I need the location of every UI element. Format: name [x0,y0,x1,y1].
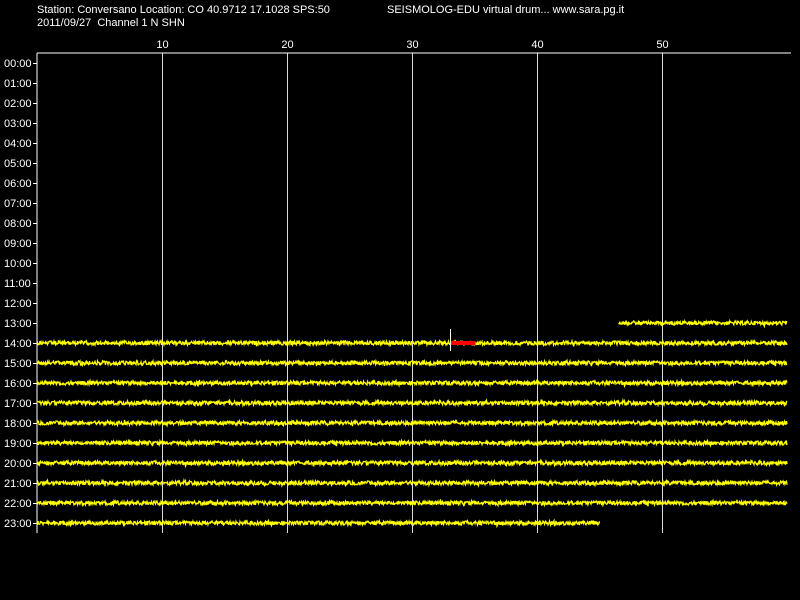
hour-label: 22:00 [4,498,32,510]
hour-label: 09:00 [4,238,32,250]
hour-label: 14:00 [4,338,32,350]
x-tick-label: 20 [281,39,293,51]
hour-labels: 00:00 01:00 02:00 03:00 04:00 05:00 06:00 07:00… [4,58,37,530]
x-tick-label: 50 [656,39,668,51]
hour-label: 06:00 [4,178,32,190]
trace-1300 [618,318,788,329]
hour-label: 23:00 [4,518,32,530]
hour-label: 13:00 [4,318,32,330]
x-tick-label: 40 [531,39,543,51]
event-layer [450,329,476,351]
hour-label: 01:00 [4,78,32,90]
hour-label: 11:00 [4,278,31,290]
hour-label: 04:00 [4,138,32,150]
hour-label: 12:00 [4,298,32,310]
hour-label: 17:00 [4,398,32,410]
hour-label: 07:00 [4,198,32,210]
trace-2300 [36,518,601,529]
hour-label: 10:00 [4,258,32,270]
hour-label: 16:00 [4,378,32,390]
x-tick-label: 30 [406,39,418,51]
hour-label: 18:00 [4,418,32,430]
x-tick-label: 10 [156,39,168,51]
hour-label: 19:00 [4,438,32,450]
event-marker [450,341,476,345]
hour-label: 05:00 [4,158,32,170]
hour-label: 03:00 [4,118,32,130]
hour-label: 00:00 [4,58,32,70]
seismogram-drum: 10 20 30 40 50 00:00 01:00 02:00 03:00 04:00 05:0… [4,39,791,533]
hour-label: 21:00 [4,478,32,490]
hour-label: 15:00 [4,358,32,370]
hour-label: 08:00 [4,218,32,230]
hour-label: 20:00 [4,458,32,470]
x-tick-labels: 10 20 30 40 50 [156,39,668,51]
hour-label: 02:00 [4,98,32,110]
